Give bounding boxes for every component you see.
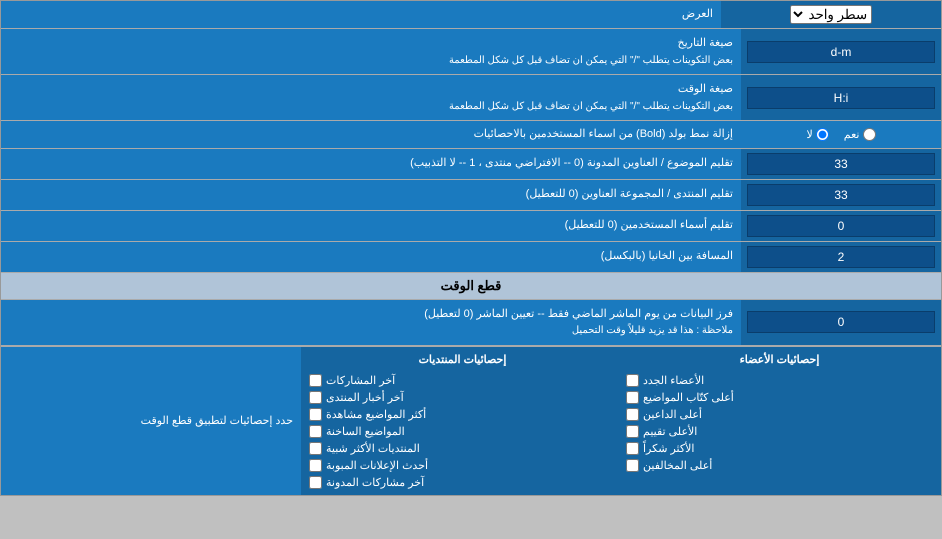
checkbox-col2-0[interactable]	[626, 374, 639, 387]
col1-header: إحصائيات المنتديات	[309, 353, 616, 366]
list-item: المنتديات الأكثر شبية	[309, 442, 616, 455]
list-item: الأعلى تقييم	[626, 425, 933, 438]
topic-titles-label: تقليم الموضوع / العناوين المدونة (0 -- ا…	[1, 149, 741, 179]
date-format-label: صيغة التاريخبعض التكوينات يتطلب "/" التي…	[1, 29, 741, 74]
list-item: أعلى كتّاب المواضيع	[626, 391, 933, 404]
forum-trim-input[interactable]: 33	[747, 184, 935, 206]
header-label: العرض	[1, 1, 721, 28]
time-cut-header: قطع الوقت	[1, 273, 941, 300]
list-item: أكثر المواضيع مشاهدة	[309, 408, 616, 421]
list-item: المواضيع الساخنة	[309, 425, 616, 438]
checkbox-col2-4[interactable]	[626, 442, 639, 455]
checkbox-col2-3[interactable]	[626, 425, 639, 438]
forum-trim-label: تقليم المنتدى / المجموعة العناوين (0 للت…	[1, 180, 741, 210]
user-trim-input[interactable]: 0	[747, 215, 935, 237]
radio-yes-item: نعم	[844, 128, 876, 141]
time-cut-input-cell: 0	[741, 300, 941, 345]
cells-spacing-input[interactable]: 2	[747, 246, 935, 268]
checkbox-col2-5[interactable]	[626, 459, 639, 472]
bold-remove-row: إزالة نمط بولد (Bold) من اسماء المستخدمي…	[1, 121, 941, 149]
date-format-row: صيغة التاريخبعض التكوينات يتطلب "/" التي…	[1, 29, 941, 75]
checkbox-col2-2[interactable]	[626, 408, 639, 421]
checkbox-col1-2[interactable]	[309, 408, 322, 421]
date-format-input-cell: d-m	[741, 29, 941, 74]
col1: إحصائيات المنتديات آخر المشاركات آخر أخب…	[309, 353, 616, 489]
stats-label-cell: حدد إحصائيات لتطبيق قطع الوقت	[1, 347, 301, 495]
forum-trim-input-cell: 33	[741, 180, 941, 210]
time-cut-row: فرز البيانات من يوم الماشر الماضي فقط --…	[1, 300, 941, 346]
list-item: أعلى المخالفين	[626, 459, 933, 472]
cells-spacing-label: المسافة بين الخانيا (بالبكسل)	[1, 242, 741, 272]
checkbox-col1-5[interactable]	[309, 459, 322, 472]
user-trim-input-cell: 0	[741, 211, 941, 241]
top-select[interactable]: سطر واحد سطران ثلاثة أسطر	[790, 5, 872, 24]
user-trim-label: تقليم أسماء المستخدمين (0 للتعطيل)	[1, 211, 741, 241]
header-row: العرض سطر واحد سطران ثلاثة أسطر	[1, 1, 941, 29]
list-item: آخر المشاركات	[309, 374, 616, 387]
top-select-cell: سطر واحد سطران ثلاثة أسطر	[721, 1, 941, 28]
list-item: الأكثر شكراً	[626, 442, 933, 455]
list-item: أحدث الإعلانات المبوبة	[309, 459, 616, 472]
checkbox-col1-4[interactable]	[309, 442, 322, 455]
checkbox-col1-6[interactable]	[309, 476, 322, 489]
time-format-input-cell: H:i	[741, 75, 941, 120]
bold-remove-label: إزالة نمط بولد (Bold) من اسماء المستخدمي…	[1, 121, 741, 148]
radio-yes[interactable]	[863, 128, 876, 141]
forum-trim-row: تقليم المنتدى / المجموعة العناوين (0 للت…	[1, 180, 941, 211]
radio-no-item: لا	[807, 128, 829, 141]
user-trim-row: تقليم أسماء المستخدمين (0 للتعطيل) 0	[1, 211, 941, 242]
topic-titles-input-cell: 33	[741, 149, 941, 179]
time-format-input[interactable]: H:i	[747, 87, 935, 109]
col2: إحصائيات الأعضاء الأعضاء الجدد أعلى كتّا…	[626, 353, 933, 489]
time-format-label: صيغة الوقتبعض التكوينات يتطلب "/" التي ي…	[1, 75, 741, 120]
date-format-input[interactable]: d-m	[747, 41, 935, 63]
cells-spacing-input-cell: 2	[741, 242, 941, 272]
list-item: آخر مشاركات المدونة	[309, 476, 616, 489]
checkbox-col2-1[interactable]	[626, 391, 639, 404]
bold-radio-cell: نعم لا	[741, 121, 941, 148]
time-cut-input[interactable]: 0	[747, 311, 935, 333]
list-item: الأعضاء الجدد	[626, 374, 933, 387]
list-item: آخر أخبار المنتدى	[309, 391, 616, 404]
checkbox-col1-0[interactable]	[309, 374, 322, 387]
radio-no[interactable]	[816, 128, 829, 141]
list-item: أعلى الداعين	[626, 408, 933, 421]
cells-spacing-row: المسافة بين الخانيا (بالبكسل) 2	[1, 242, 941, 273]
bottom-area: حدد إحصائيات لتطبيق قطع الوقت إحصائيات ا…	[1, 346, 941, 495]
checkbox-col1-1[interactable]	[309, 391, 322, 404]
col2-header: إحصائيات الأعضاء	[626, 353, 933, 366]
checkbox-col1-3[interactable]	[309, 425, 322, 438]
topic-titles-row: تقليم الموضوع / العناوين المدونة (0 -- ا…	[1, 149, 941, 180]
checkboxes-area: إحصائيات المنتديات آخر المشاركات آخر أخب…	[301, 347, 941, 495]
time-format-row: صيغة الوقتبعض التكوينات يتطلب "/" التي ي…	[1, 75, 941, 121]
time-cut-label: فرز البيانات من يوم الماشر الماضي فقط --…	[1, 300, 741, 345]
main-container: العرض سطر واحد سطران ثلاثة أسطر صيغة الت…	[0, 0, 942, 496]
topic-titles-input[interactable]: 33	[747, 153, 935, 175]
